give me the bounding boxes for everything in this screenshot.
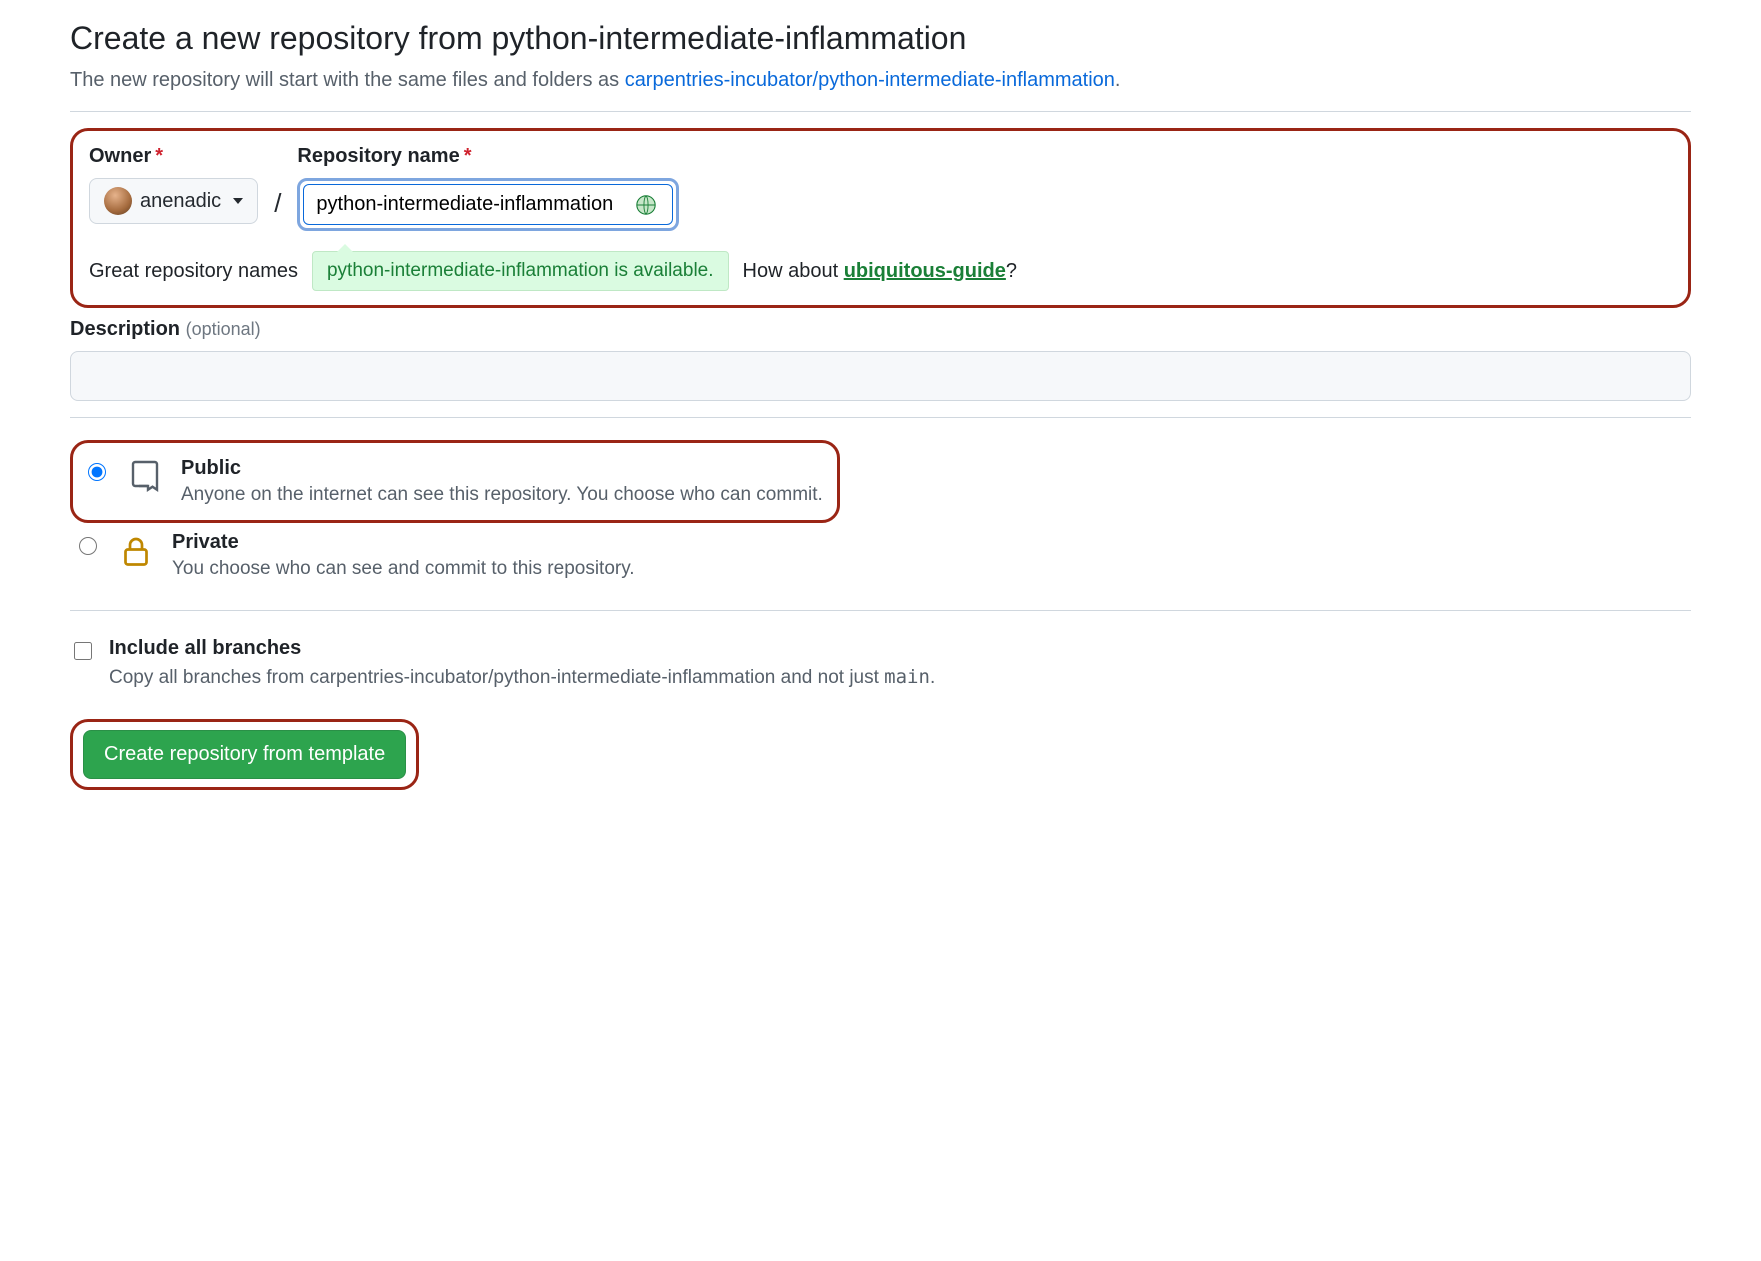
owner-label: Owner*: [89, 145, 258, 168]
include-branches-checkbox[interactable]: [74, 642, 92, 660]
avatar: [104, 187, 132, 215]
availability-pill: python-intermediate-inflammation is avai…: [312, 251, 729, 291]
visibility-public-desc: Anyone on the internet can see this repo…: [181, 484, 823, 506]
hint-prefix: Great repository names: [89, 260, 298, 283]
repo-icon: [127, 459, 163, 495]
submit-highlight: Create repository from template: [70, 719, 419, 790]
chevron-down-icon: [233, 198, 243, 204]
include-branches-row[interactable]: Include all branches Copy all branches f…: [70, 627, 1691, 699]
include-branches-title: Include all branches: [109, 637, 935, 660]
visibility-public-radio[interactable]: [88, 463, 106, 481]
owner-repo-separator: /: [268, 188, 287, 219]
subhead-prefix: The new repository will start with the s…: [70, 69, 625, 91]
visibility-private-row[interactable]: Private You choose who can see and commi…: [70, 523, 1691, 588]
subhead-suffix: .: [1115, 69, 1121, 91]
page-title: Create a new repository from python-inte…: [70, 20, 1691, 57]
repo-name-input[interactable]: [303, 184, 673, 225]
create-repository-button[interactable]: Create repository from template: [83, 730, 406, 779]
main-branch-code: main: [884, 666, 930, 688]
owner-repo-highlight: Owner* anenadic / Repository name*: [70, 128, 1691, 308]
globe-check-icon: [635, 194, 657, 216]
page-subhead: The new repository will start with the s…: [70, 65, 1691, 95]
required-asterisk: *: [464, 145, 472, 167]
owner-select-button[interactable]: anenadic: [89, 178, 258, 224]
description-input[interactable]: [70, 351, 1691, 401]
description-label: Description (optional): [70, 318, 1691, 341]
public-option-highlight: Public Anyone on the internet can see th…: [70, 440, 840, 523]
visibility-public-title: Public: [181, 457, 823, 480]
divider: [70, 417, 1691, 418]
optional-label: (optional): [186, 319, 261, 339]
hint-about-wrap: How about ubiquitous-guide?: [743, 260, 1017, 283]
visibility-private-title: Private: [172, 531, 635, 554]
template-repo-link[interactable]: carpentries-incubator/python-intermediat…: [625, 69, 1115, 91]
divider: [70, 610, 1691, 611]
divider: [70, 111, 1691, 112]
suggested-name-link[interactable]: ubiquitous-guide: [844, 260, 1006, 282]
visibility-public-row[interactable]: Public Anyone on the internet can see th…: [79, 449, 827, 514]
visibility-private-radio[interactable]: [79, 537, 97, 555]
lock-icon: [118, 533, 154, 569]
repo-name-label: Repository name*: [297, 145, 679, 168]
include-branches-desc: Copy all branches from carpentries-incub…: [109, 666, 935, 689]
required-asterisk: *: [155, 145, 163, 167]
visibility-group: Public Anyone on the internet can see th…: [70, 434, 1691, 594]
visibility-private-desc: You choose who can see and commit to thi…: [172, 558, 635, 580]
owner-name: anenadic: [140, 190, 221, 213]
